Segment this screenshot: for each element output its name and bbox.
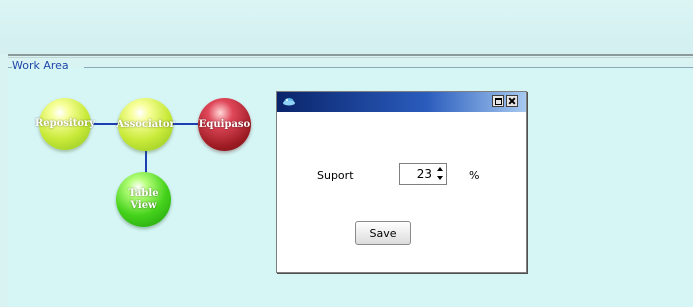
node-associator-label: Associator (116, 118, 175, 130)
separator-line (8, 54, 693, 56)
node-table-view-label-line1: Table (128, 187, 159, 199)
node-equipaso[interactable]: Equipaso (198, 98, 251, 151)
node-repository[interactable]: Repository (35, 98, 95, 150)
top-toolbar-area (0, 0, 693, 54)
spinner-down-arrow-icon[interactable] (435, 174, 445, 183)
node-table-view[interactable]: Table View (116, 172, 171, 227)
save-button[interactable]: Save (355, 221, 411, 245)
spinner-up-arrow-icon[interactable] (435, 165, 445, 174)
support-spinner[interactable]: 23 (399, 163, 447, 185)
node-associator[interactable]: Associator (116, 98, 175, 151)
node-repository-label: Repository (34, 118, 96, 129)
support-label: Suport (317, 169, 354, 182)
app-icon (283, 98, 295, 106)
work-area-border (84, 67, 693, 68)
dialog-titlebar[interactable] (277, 92, 526, 112)
connector-associator-tableview (145, 148, 147, 174)
work-area-label: Work Area (12, 59, 69, 72)
node-equipaso-label: Equipaso (198, 118, 251, 130)
maximize-icon[interactable] (492, 95, 504, 107)
close-icon[interactable] (506, 95, 518, 107)
support-value[interactable]: 23 (417, 167, 432, 181)
separator-line-light (8, 57, 693, 58)
support-dialog: Suport 23 % Save (276, 91, 527, 273)
percent-label: % (469, 169, 480, 182)
node-table-view-label-line2: View (130, 199, 157, 211)
